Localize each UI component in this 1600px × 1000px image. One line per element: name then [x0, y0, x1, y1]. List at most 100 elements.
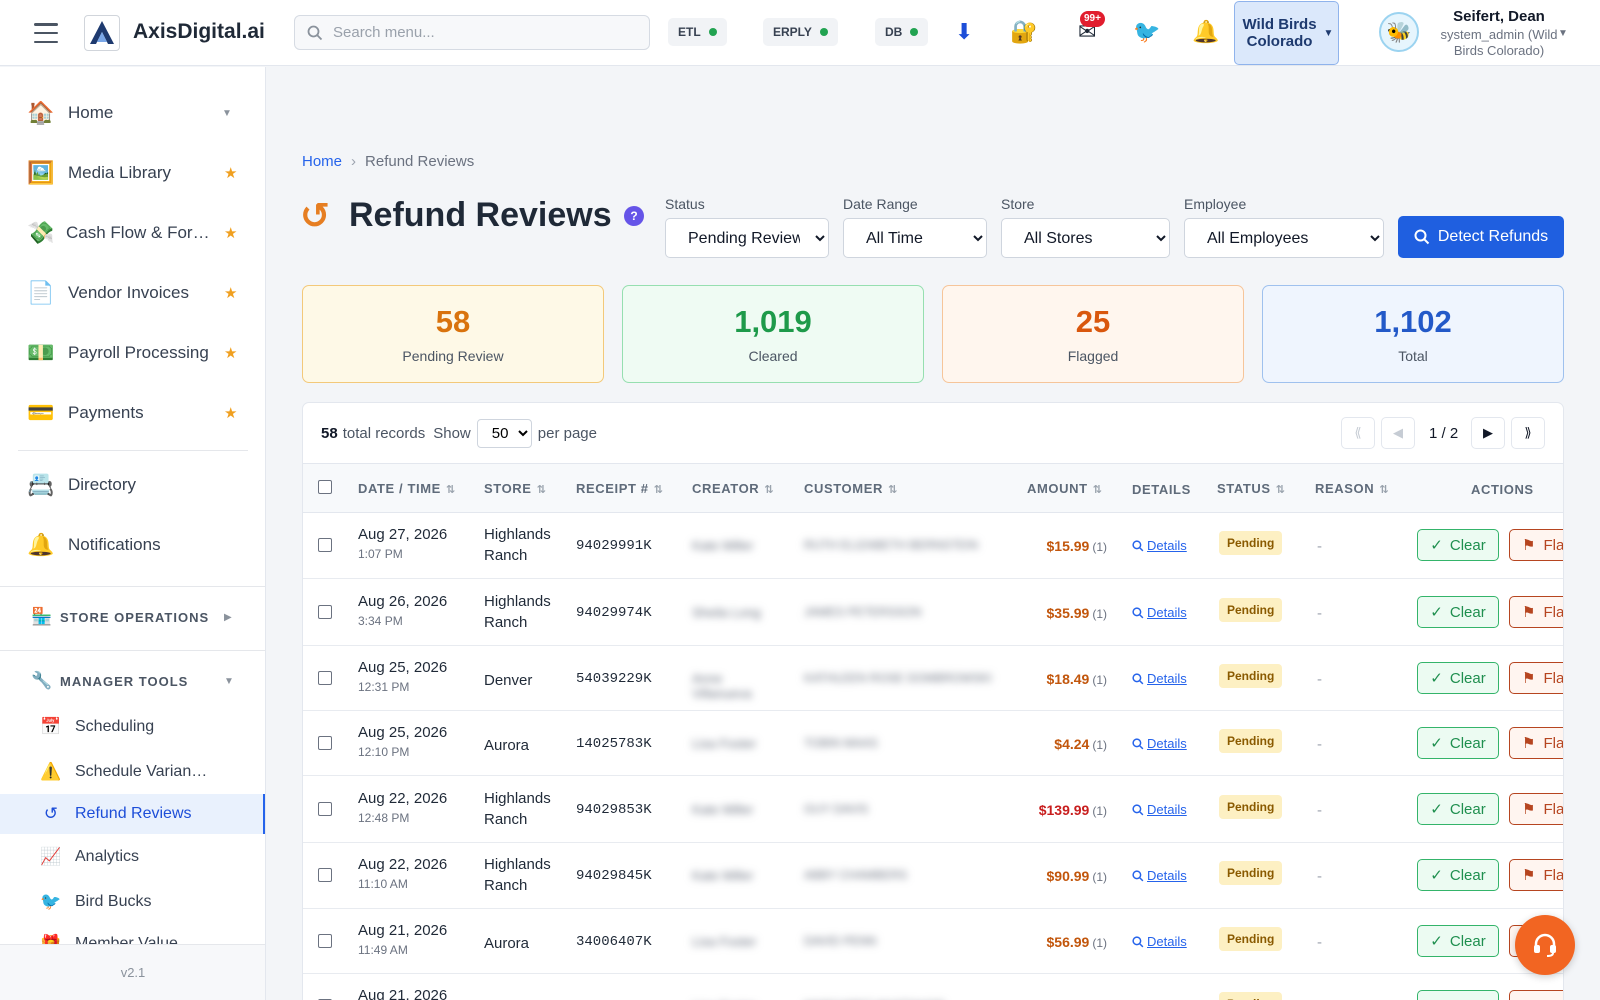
next-page-button[interactable]: ▶	[1471, 417, 1505, 449]
table-row[interactable]: Aug 25, 2026 12:31 PM Denver 54039229K An…	[303, 646, 1563, 711]
select-all-checkbox[interactable]	[318, 480, 332, 494]
row-checkbox[interactable]	[318, 934, 332, 948]
sidebar-item-analytics[interactable]: 📈 Analytics	[0, 837, 265, 877]
status-filter-select[interactable]: Pending Review	[665, 218, 829, 258]
stat-card-total[interactable]: 1,102 Total	[1262, 285, 1564, 383]
sidebar-item-home[interactable]: 🏠 Home ▼	[0, 89, 265, 137]
store-filter-select[interactable]: All Stores	[1001, 218, 1170, 258]
row-checkbox[interactable]	[318, 538, 332, 552]
column-receipt[interactable]: RECEIPT # ⇅	[576, 481, 663, 496]
star-icon[interactable]: ★	[224, 164, 237, 182]
clear-button[interactable]: ✓Clear	[1417, 529, 1499, 561]
column-creator[interactable]: CREATOR ⇅	[692, 481, 774, 496]
flag-button[interactable]: ⚑Flag	[1509, 859, 1563, 891]
date-range-filter-select[interactable]: All Time	[843, 218, 987, 258]
clear-button[interactable]: ✓Clear	[1417, 727, 1499, 759]
download-icon[interactable]: ⬇	[955, 18, 973, 46]
column-date-time[interactable]: DATE / TIME ⇅	[358, 481, 456, 496]
row-details-link[interactable]: Details	[1132, 736, 1187, 751]
section-manager-tools[interactable]: 🔧 MANAGER TOOLS ▼	[0, 661, 265, 701]
sidebar-item-payments[interactable]: 💳 Payments ★	[0, 389, 265, 437]
clear-button[interactable]: ✓Clear	[1417, 596, 1499, 628]
employee-filter-select[interactable]: All Employees	[1184, 218, 1384, 258]
row-checkbox[interactable]	[318, 605, 332, 619]
etl-status[interactable]: ETL	[668, 18, 727, 46]
table-row[interactable]: Aug 21, 2026 11:49 AM Aurora 34006407K Li…	[303, 909, 1563, 974]
bird-icon[interactable]: 🐦	[1133, 18, 1160, 46]
last-page-button[interactable]: ⟫	[1511, 417, 1545, 449]
first-page-button[interactable]: ⟪	[1341, 417, 1375, 449]
sidebar-item-notifications[interactable]: 🔔 Notifications	[0, 521, 265, 569]
row-checkbox[interactable]	[318, 868, 332, 882]
table-row[interactable]: Aug 21, 2026 Aurora 14042143K Lisa Foste…	[303, 974, 1563, 1000]
flag-button[interactable]: ⚑Flag	[1509, 596, 1563, 628]
stat-card-pending[interactable]: 58 Pending Review	[302, 285, 604, 383]
section-store-operations[interactable]: 🏪 STORE OPERATIONS ▶	[0, 597, 265, 637]
sidebar-item-payroll[interactable]: 💵 Payroll Processing ★	[0, 329, 265, 377]
sidebar-item-bird-bucks[interactable]: 🐦 Bird Bucks	[0, 882, 265, 922]
sidebar-item-scheduling[interactable]: 📅 Scheduling	[0, 707, 265, 747]
column-customer[interactable]: CUSTOMER ⇅	[804, 481, 898, 496]
clear-button[interactable]: ✓Clear	[1417, 662, 1499, 694]
column-reason[interactable]: REASON ⇅	[1315, 481, 1389, 496]
sidebar-item-vendor-invoices[interactable]: 📄 Vendor Invoices ★	[0, 269, 265, 317]
user-chevron-down-icon[interactable]: ▼	[1558, 28, 1568, 39]
row-store: Aurora	[484, 935, 530, 952]
flag-button[interactable]: ⚑Flag	[1509, 793, 1563, 825]
sidebar-item-directory[interactable]: 📇 Directory	[0, 461, 265, 509]
row-details-link[interactable]: Details	[1132, 868, 1187, 883]
row-checkbox[interactable]	[318, 736, 332, 750]
column-amount[interactable]: AMOUNT ⇅	[1027, 481, 1102, 496]
stat-card-cleared[interactable]: 1,019 Cleared	[622, 285, 924, 383]
breadcrumb-home-link[interactable]: Home	[302, 153, 342, 170]
brand-logo[interactable]	[84, 15, 120, 51]
sidebar-item-refund-reviews[interactable]: ↺ Refund Reviews	[0, 794, 265, 834]
clear-button[interactable]: ✓Clear	[1417, 925, 1499, 957]
prev-page-button[interactable]: ◀	[1381, 417, 1415, 449]
row-details-link[interactable]: Details	[1132, 934, 1187, 949]
table-row[interactable]: Aug 22, 2026 11:10 AM Highlands Ranch 940…	[303, 843, 1563, 909]
db-status[interactable]: DB	[875, 18, 929, 46]
table-row[interactable]: Aug 22, 2026 12:48 PM Highlands Ranch 940…	[303, 776, 1563, 843]
row-checkbox[interactable]	[318, 802, 332, 816]
column-status[interactable]: STATUS ⇅	[1217, 481, 1286, 496]
table-row[interactable]: Aug 25, 2026 12:10 PM Aurora 14025783K Li…	[303, 711, 1563, 776]
per-page-select[interactable]: 50	[476, 418, 532, 448]
clear-button[interactable]: ✓Clear	[1417, 990, 1499, 1000]
table-row[interactable]: Aug 26, 2026 3:34 PM Highlands Ranch 9402…	[303, 579, 1563, 646]
sidebar-item-cash-flow[interactable]: 💸 Cash Flow & For… ★	[0, 209, 265, 257]
flag-button[interactable]: ⚑Flag	[1509, 990, 1563, 1000]
flag-button[interactable]: ⚑Flag	[1509, 662, 1563, 694]
avatar[interactable]: 🐝	[1379, 12, 1419, 52]
flag-button[interactable]: ⚑Flag	[1509, 529, 1563, 561]
search-input[interactable]	[333, 24, 633, 41]
star-icon[interactable]: ★	[224, 224, 237, 242]
support-headset-button[interactable]	[1515, 915, 1575, 975]
row-details-link[interactable]: Details	[1132, 671, 1187, 686]
row-details-link[interactable]: Details	[1132, 605, 1187, 620]
row-details-link[interactable]: Details	[1132, 802, 1187, 817]
detect-refunds-button[interactable]: Detect Refunds	[1398, 216, 1564, 258]
user-menu[interactable]: Seifert, Dean system_admin (Wild Birds C…	[1424, 8, 1574, 59]
star-icon[interactable]: ★	[224, 344, 237, 362]
table-row[interactable]: Aug 27, 2026 1:07 PM Highlands Ranch 9402…	[303, 513, 1563, 579]
bell-icon[interactable]: 🔔	[1192, 18, 1219, 46]
brand-name[interactable]: AxisDigital.ai	[133, 20, 265, 44]
lock-key-icon[interactable]: 🔐	[1010, 18, 1037, 46]
org-switcher[interactable]: Wild Birds Colorado ▼	[1234, 1, 1339, 65]
star-icon[interactable]: ★	[224, 284, 237, 302]
sidebar-item-media-library[interactable]: 🖼️ Media Library ★	[0, 149, 265, 197]
search-box[interactable]	[294, 15, 650, 50]
row-details-link[interactable]: Details	[1132, 538, 1187, 553]
stat-card-flagged[interactable]: 25 Flagged	[942, 285, 1244, 383]
hamburger-menu-icon[interactable]	[34, 23, 58, 43]
column-store[interactable]: STORE ⇅	[484, 481, 546, 496]
star-icon[interactable]: ★	[224, 404, 237, 422]
clear-button[interactable]: ✓Clear	[1417, 859, 1499, 891]
flag-button[interactable]: ⚑Flag	[1509, 727, 1563, 759]
sidebar-item-schedule-variance[interactable]: ⚠️ Schedule Varian…	[0, 752, 265, 792]
row-checkbox[interactable]	[318, 671, 332, 685]
help-icon[interactable]: ?	[624, 206, 644, 226]
erply-status[interactable]: ERPLY	[763, 18, 838, 46]
clear-button[interactable]: ✓Clear	[1417, 793, 1499, 825]
